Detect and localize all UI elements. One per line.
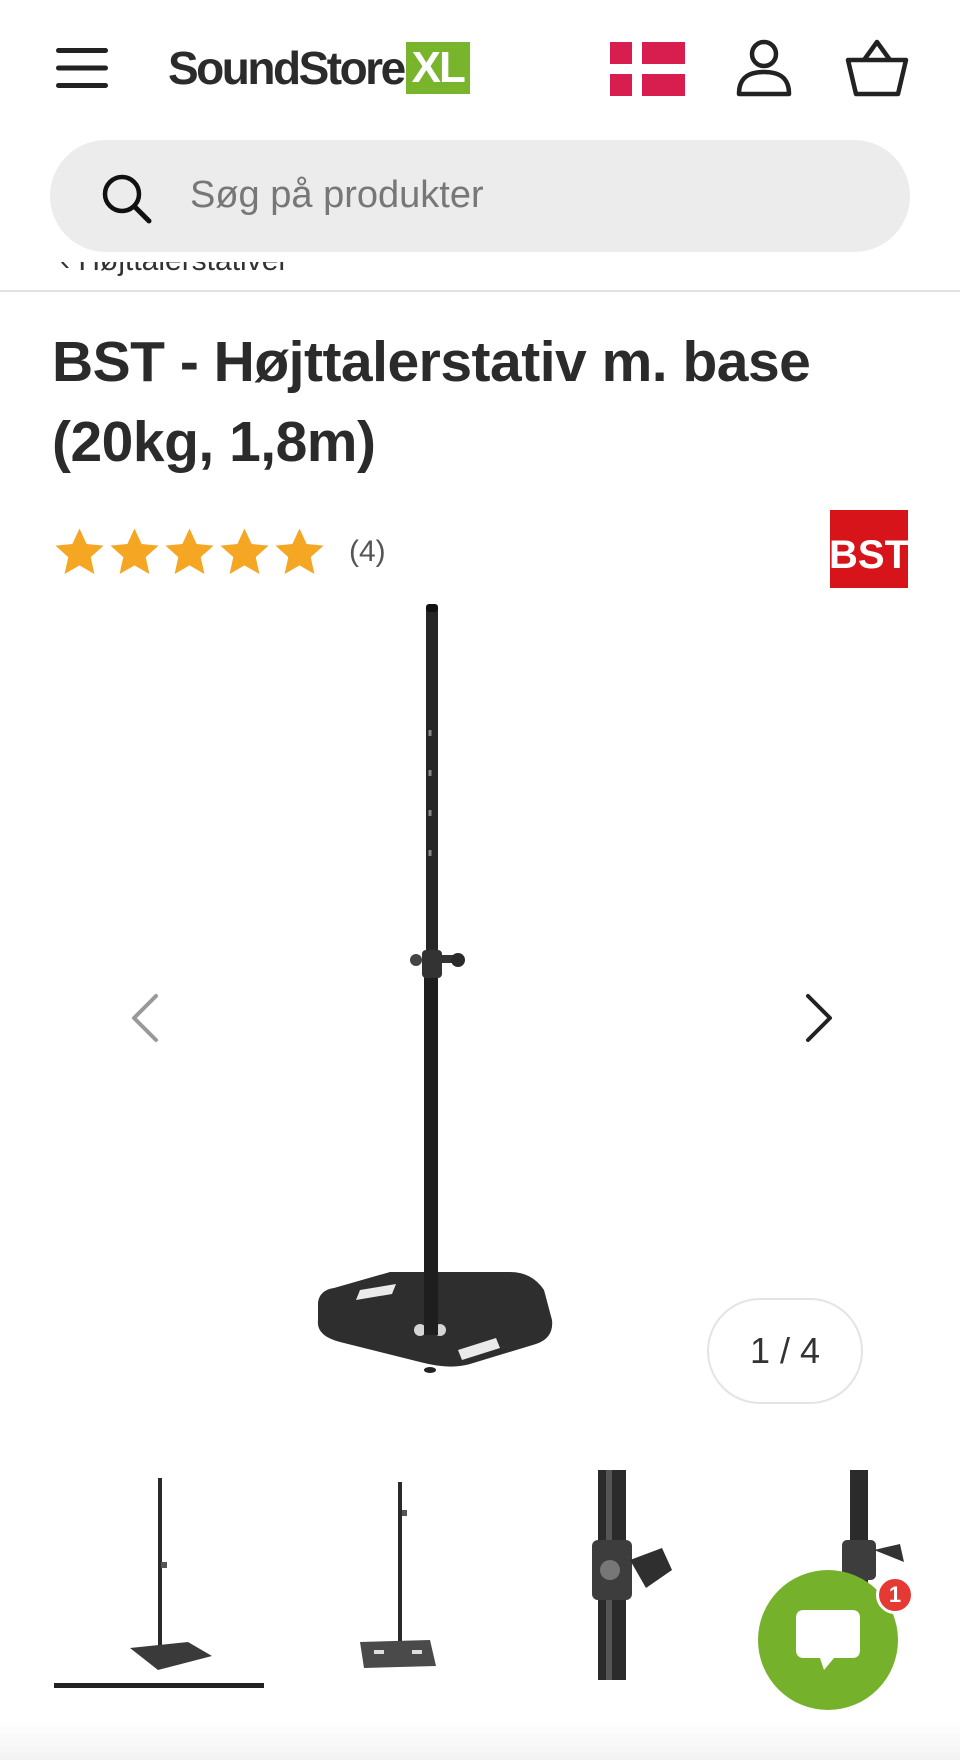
star-icon: [55, 527, 104, 574]
hamburger-menu-icon[interactable]: [54, 44, 110, 92]
rating-stars: [52, 525, 327, 580]
review-count[interactable]: (4): [349, 535, 386, 569]
denmark-flag-icon[interactable]: [610, 42, 685, 96]
breadcrumb[interactable]: ‹ Højttalerstativer: [60, 262, 460, 292]
thumbnail-2-image: [360, 1482, 436, 1668]
search-input[interactable]: Søg på produkter: [190, 174, 484, 217]
product-title: BST - Højttalerstativ m. base (20kg, 1,8…: [52, 330, 811, 474]
thumbnail-1-image: [130, 1478, 212, 1670]
logo-text: SoundStore: [168, 42, 406, 94]
star-icon: [275, 527, 324, 574]
site-logo[interactable]: SoundStore XL: [168, 40, 470, 96]
logo-badge: XL: [405, 42, 470, 94]
search-icon[interactable]: [98, 170, 154, 226]
chat-button[interactable]: 1: [758, 1570, 914, 1710]
chevron-left-icon[interactable]: [124, 990, 164, 1046]
brand-logo-text: BST: [830, 533, 908, 577]
brand-logo[interactable]: BST: [829, 510, 909, 588]
chevron-right-icon[interactable]: [800, 990, 840, 1046]
bottom-edge: [0, 1720, 960, 1760]
star-icon: [165, 527, 214, 574]
thumbnail-1[interactable]: [54, 1470, 264, 1688]
product-rating[interactable]: (4): [52, 522, 386, 582]
chat-notification-badge: 1: [876, 1576, 914, 1614]
product-image-speaker-stand[interactable]: [300, 600, 640, 1440]
site-header: SoundStore XL Søg på produkter: [0, 0, 960, 292]
active-thumbnail-indicator: [54, 1683, 264, 1688]
star-icon: [110, 527, 159, 574]
user-icon[interactable]: [734, 38, 794, 98]
search-bar[interactable]: Søg på produkter: [50, 140, 910, 252]
basket-icon[interactable]: [844, 38, 910, 100]
chat-bubble-icon: [796, 1610, 860, 1670]
gallery-pager: 1 / 4: [707, 1298, 863, 1404]
thumbnail-2[interactable]: [290, 1470, 500, 1680]
breadcrumb-label[interactable]: Højttalerstativer: [78, 262, 288, 277]
bst-brand-logo: BST: [829, 510, 909, 588]
thumbnail-3-image: [592, 1470, 672, 1680]
thumbnail-3[interactable]: [526, 1470, 736, 1680]
star-icon: [220, 527, 269, 574]
